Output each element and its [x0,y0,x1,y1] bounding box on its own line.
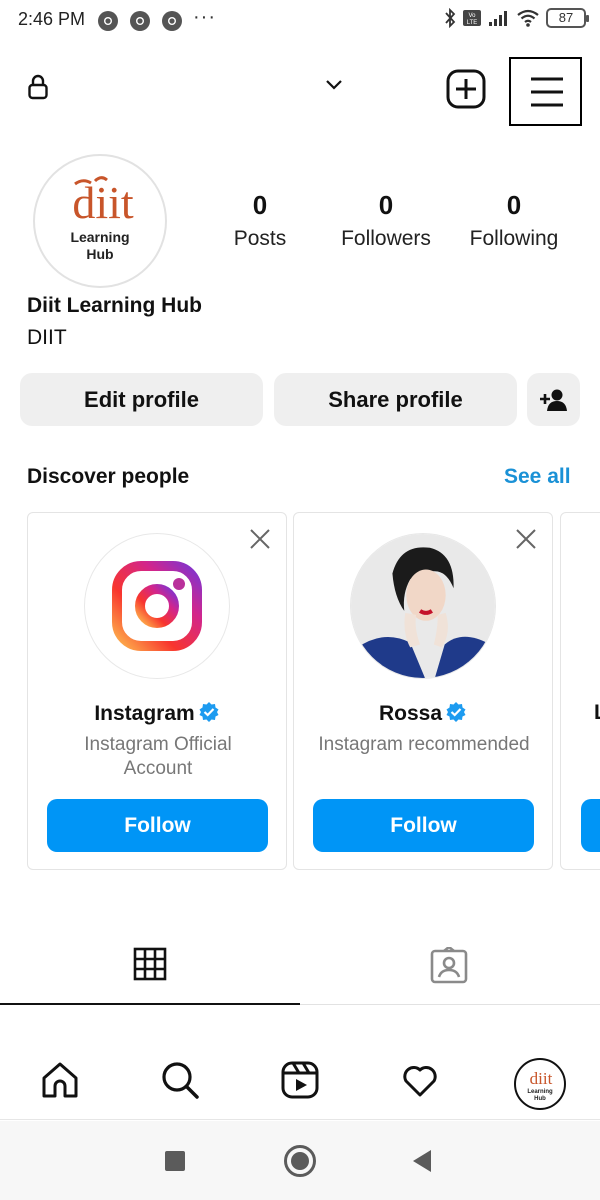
recents-button[interactable] [165,1151,185,1171]
card-name[interactable]: Instagram [28,701,286,726]
verified-icon [199,702,219,722]
follow-button[interactable]: Follow [313,799,534,852]
svg-text:Hub: Hub [86,246,113,262]
content-tabs [0,935,600,1005]
follow-button[interactable]: Follow [47,799,268,852]
grid-icon [133,947,167,981]
card-subtitle: Instagram Official Account [84,734,232,779]
signal-icon [489,11,507,26]
diit-logo: diit Learning Hub [36,157,164,285]
following-count: 0 [506,190,522,220]
lock-icon [28,74,48,100]
profile-name: Diit Learning Hub [27,294,202,317]
svg-text:diit: diit [530,1069,553,1088]
suggestion-card: Rossa Instagram recommended Follow [293,512,553,870]
posts-count: 0 [252,190,268,220]
person-photo [351,534,495,678]
search-icon[interactable] [160,1060,200,1100]
tab-tagged[interactable] [300,935,600,1005]
card-name-text: Rossa [378,702,443,725]
verified-icon [446,702,466,722]
chrome-icon [162,11,182,31]
chevron-down-icon[interactable] [322,77,346,93]
menu-button[interactable] [509,57,582,126]
see-all-link[interactable]: See all [504,465,571,489]
home-button[interactable] [284,1145,316,1177]
card-name[interactable]: L [594,701,600,725]
menu-icon [531,77,563,107]
share-profile-button[interactable]: Share profile [274,373,517,426]
svg-text:Vo: Vo [468,13,476,19]
nav-profile-avatar[interactable]: diit Learning Hub [514,1058,566,1110]
close-icon[interactable] [514,527,538,551]
profile-top-bar [0,55,600,126]
back-icon[interactable] [412,1149,432,1173]
discover-people-title: Discover people [27,465,190,488]
create-plus-icon[interactable] [446,69,486,109]
card-subtitle: Instagram recommended [318,734,530,755]
svg-text:LTE: LTE [467,20,478,26]
svg-text:Learning: Learning [70,229,129,245]
edit-profile-button[interactable]: Edit profile [20,373,263,426]
status-system-icons: Vo LTE 87 [444,8,589,28]
discover-people-button[interactable] [527,373,580,426]
battery-indicator: 87 [546,8,589,28]
rossa-avatar[interactable] [350,533,496,679]
close-icon[interactable] [248,527,272,551]
add-person-icon [539,389,567,411]
chrome-icon [130,11,150,31]
profile-bio: DIIT [27,326,67,349]
status-time: 2:46 PM [18,9,86,29]
heart-icon[interactable] [400,1060,440,1100]
tab-posts-grid[interactable] [0,935,300,1005]
chrome-icon [98,11,118,31]
status-bar: 2:46 PM ··· Vo LTE 87 [0,0,600,40]
discover-cards[interactable]: Instagram Instagram Official Account Fol… [0,512,600,872]
volte-icon: VoLTE [463,10,481,26]
svg-text:Hub: Hub [534,1096,546,1102]
stat-followers[interactable]: 0 Followers [330,190,442,251]
posts-label: Posts [233,227,287,250]
followers-count: 0 [378,190,394,220]
instagram-logo-icon [112,561,202,651]
stat-posts[interactable]: 0 Posts [200,190,320,251]
status-notification-icons [97,10,183,32]
followers-label: Followers [341,227,431,250]
card-name[interactable]: Rossa [294,701,552,726]
card-name-text: Instagram [94,702,195,725]
diit-logo: diit Learning Hub [517,1061,563,1107]
profile-avatar[interactable]: diit Learning Hub [33,154,167,288]
bottom-navigation: diit Learning Hub [0,1048,600,1120]
svg-text:diit: diit [72,177,134,228]
home-icon[interactable] [40,1060,80,1100]
wifi-icon [517,9,539,27]
suggestion-card: L [560,512,600,870]
svg-text:Learning: Learning [527,1089,553,1095]
instagram-avatar[interactable] [84,533,230,679]
suggestion-card: Instagram Instagram Official Account Fol… [27,512,287,870]
bluetooth-icon [445,8,456,28]
following-label: Following [469,227,559,250]
tagged-icon [430,947,468,984]
more-notifications-icon: ··· [193,6,216,28]
android-navigation-bar [0,1121,600,1200]
follow-button[interactable] [581,799,600,852]
reels-icon[interactable] [280,1060,320,1100]
stat-following[interactable]: 0 Following [455,190,573,251]
